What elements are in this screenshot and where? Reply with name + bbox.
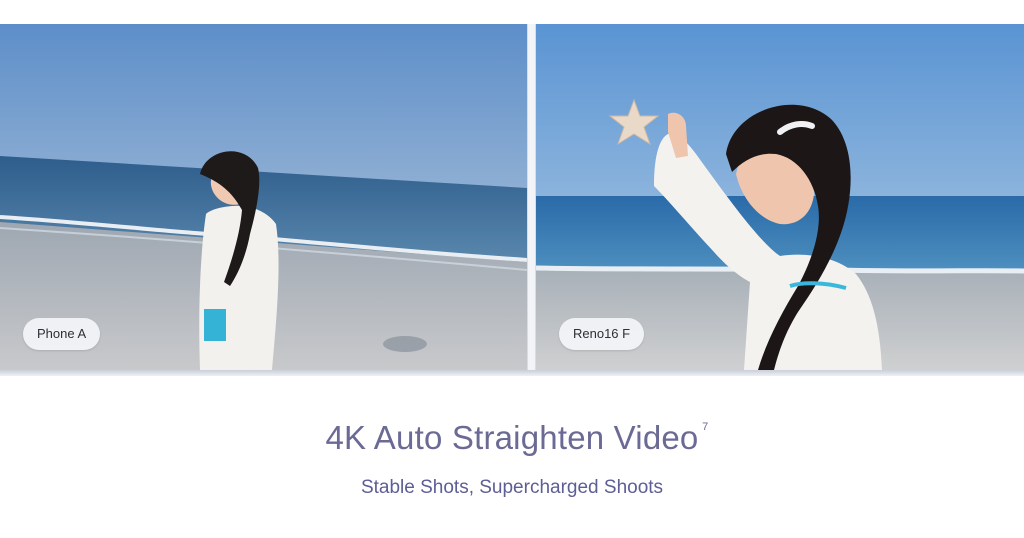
product-feature-page: Phone A Reno16 F 4K Auto Straighten Vide… (0, 0, 1024, 538)
comparison-bottom-edge (0, 370, 1024, 376)
feature-title-wrap: 4K Auto Straighten Video 7 (0, 419, 1024, 457)
reno16-f-label: Reno16 F (559, 318, 645, 350)
feature-title-text: 4K Auto Straighten Video (325, 419, 699, 456)
comparison-divider (527, 24, 536, 376)
feature-title: 4K Auto Straighten Video 7 (325, 419, 709, 457)
feature-subtitle: Stable Shots, Supercharged Shoots (360, 477, 664, 498)
footnote-marker: 7 (702, 421, 709, 433)
video-comparison: Phone A Reno16 F (0, 24, 1024, 376)
phone-a-label: Phone A (23, 318, 101, 350)
